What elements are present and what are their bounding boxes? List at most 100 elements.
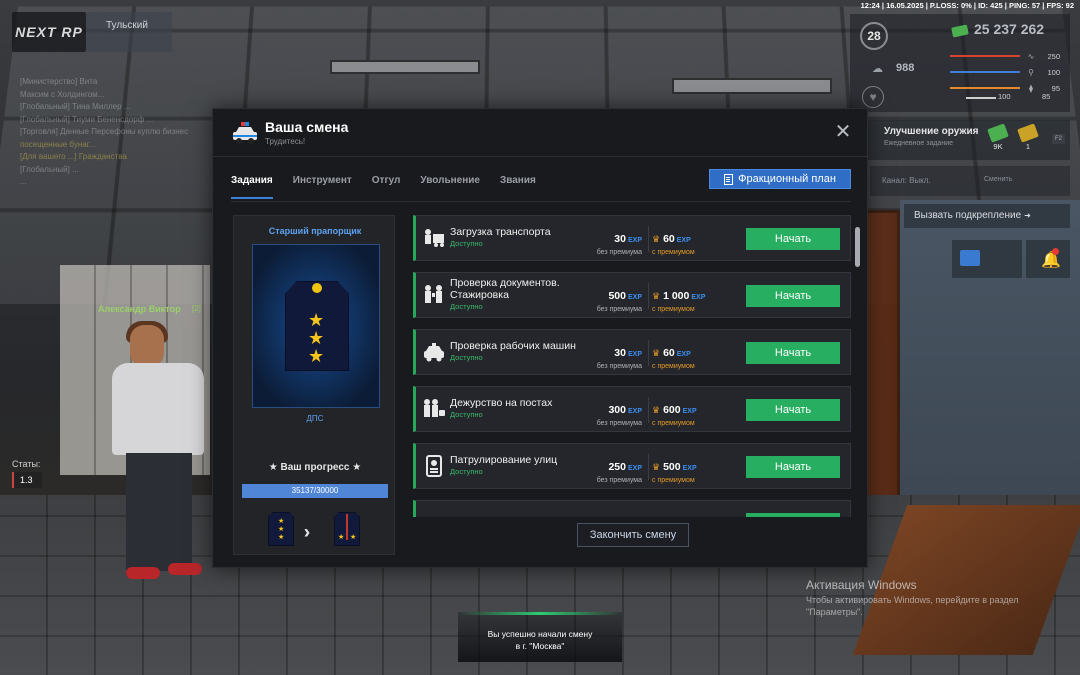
status-bar: 12:24 | 16.05.2025 | P.LOSS: 0% | ID: 42…: [861, 1, 1074, 10]
post-duty-icon: [422, 397, 446, 421]
start-task-button[interactable]: Начать: [746, 456, 840, 478]
stripe: [346, 514, 348, 540]
premium-reward-value: 60: [663, 233, 675, 245]
epaulette-button: [312, 283, 322, 293]
modal-subtitle: Трудитесь!: [265, 137, 305, 146]
close-icon[interactable]: ✕: [833, 123, 853, 143]
armor-value: 100: [998, 92, 1011, 101]
premium-reward: ♛ 60 EXP с премиумом: [652, 343, 695, 370]
city-name: Тульский: [106, 20, 172, 31]
exp-tag: EXP: [628, 237, 642, 244]
premium-reward-caption: с премиумом: [652, 420, 697, 427]
premium-reward: ♛ 1 000 EXP с премиумом: [652, 286, 705, 313]
task-status: Доступно: [450, 302, 483, 311]
call-backup-label: Вызвать подкрепление: [914, 210, 1021, 221]
tab-divider: [231, 201, 851, 202]
base-reward: 500 EXP без премиума: [586, 286, 642, 313]
reward-divider: [648, 397, 649, 423]
health-bar: [950, 55, 1020, 57]
hotkey-badge: F2: [1052, 134, 1065, 144]
chat-line: [Глобальный] Тиуми Бененсдорф ...: [20, 114, 220, 127]
heart-icon: ♥: [862, 86, 884, 108]
exp-tag: EXP: [677, 237, 691, 244]
start-task-button[interactable]: Начать: [746, 399, 840, 421]
chat-line: [Глобальный] Тина Миллер ...: [20, 101, 220, 114]
toast-line-2: в г. "Москва": [458, 640, 622, 652]
base-reward: 30 EXP без премиума: [586, 343, 642, 370]
task-list-scrollbar[interactable]: [855, 227, 860, 267]
chat-line: ...: [20, 176, 220, 189]
chat-log: [Министерство] Вита Максим с Холдингом...…: [20, 76, 220, 189]
end-shift-button[interactable]: Закончить смену: [577, 523, 689, 547]
crown-icon: ♛: [652, 348, 660, 358]
base-reward-value: 30: [614, 347, 626, 359]
base-reward-value: 30: [614, 233, 626, 245]
reward-money-value: 9K: [986, 142, 1010, 151]
tab-0[interactable]: Задания: [231, 169, 273, 195]
tab-2[interactable]: Отгул: [372, 169, 401, 195]
task-status: Доступно: [450, 353, 483, 362]
rank-panel: Старший прапорщик ★ ★ ★ ДПС ★ Ваш прогре…: [233, 215, 395, 555]
star-icon: ★: [278, 518, 284, 525]
tab-1[interactable]: Инструмент: [293, 169, 352, 195]
star-icon: ★: [350, 534, 356, 541]
premium-reward-caption: с премиумом: [652, 363, 695, 370]
crown-icon: ♛: [652, 462, 660, 472]
modal-header: Ваша смена Трудитесь! ✕: [213, 109, 869, 157]
player-stats-panel: 28 25 237 262 ∿ 250 ⚲ 100 ⧫ 95 ☁ 988 ♥ 1…: [850, 14, 1070, 112]
start-task-button[interactable]: Начать: [746, 228, 840, 250]
premium-reward-caption: с премиумом: [652, 249, 695, 256]
reward-money: 9K: [986, 126, 1010, 151]
arrow-right-icon: ➜: [1024, 211, 1031, 220]
star-icon: ★: [308, 347, 324, 365]
daily-task-panel[interactable]: Улучшение оружия Ежедневное задание 9K 1…: [864, 120, 1070, 160]
chat-line: посещенные бунаг...: [20, 139, 220, 152]
stamina-bar: [950, 71, 1020, 73]
chat-line: [Торговля] Данные Персефоны куплю бизнес: [20, 126, 220, 139]
star-icon: ★: [278, 534, 284, 541]
stats-value: 1.3: [12, 472, 42, 488]
premium-reward-value: 600: [663, 404, 681, 416]
vital-bars: ∿ 250 ⚲ 100 ⧫ 95: [950, 48, 1062, 96]
tab-3[interactable]: Увольнение: [420, 169, 480, 195]
task-list: Загрузка транспорта Доступно 30 EXP без прем…: [413, 215, 851, 517]
faction-plan-button[interactable]: Фракционный план: [709, 169, 851, 189]
progress-label: ★ Ваш прогресс ★: [234, 462, 396, 473]
calendar-icon: [960, 250, 980, 266]
radio-channel-panel[interactable]: Канал: Выкл. Сменить: [870, 166, 1070, 196]
reward-divider: [648, 340, 649, 366]
start-task-button[interactable]: Начать: [746, 342, 840, 364]
city-panel: Тульский: [86, 12, 172, 52]
task-row: Патрулирование улиц Доступно 250 EXP без пре…: [413, 443, 851, 489]
task-name: Проверка документов. Стажировка: [450, 277, 570, 301]
base-reward: 30 EXP без премиума: [586, 229, 642, 256]
star-icon: ★: [338, 534, 344, 541]
server-logo: NEXT RP: [12, 12, 86, 52]
tab-4[interactable]: Звания: [500, 169, 536, 195]
premium-reward: ♛ 600 EXP с премиумом: [652, 400, 697, 427]
crown-icon: ♛: [652, 234, 660, 244]
ceiling-light: [672, 78, 832, 94]
stamina-value: 100: [1040, 68, 1060, 77]
base-reward-value: 500: [608, 290, 626, 302]
start-task-button[interactable]: Начать: [746, 285, 840, 307]
premium-reward-caption: с премиумом: [652, 477, 697, 484]
calendar-button[interactable]: [952, 240, 1022, 278]
reward-item-value: 1: [1016, 142, 1040, 151]
chat-line: [Министерство] Вита: [20, 76, 220, 89]
ticket-icon: [1017, 123, 1039, 142]
exp-tag: EXP: [628, 294, 642, 301]
player-id-tag: [2]: [192, 304, 201, 313]
task-row: Проверка документов. Стажировка Доступно 5…: [413, 272, 851, 318]
start-task-button[interactable]: [746, 513, 840, 517]
task-status: Доступно: [450, 410, 483, 419]
toast-accent-line: [458, 612, 622, 615]
call-backup-button[interactable]: Вызвать подкрепление ➜: [904, 204, 1070, 228]
ceiling-light: [330, 60, 480, 74]
activation-title: Активация Windows: [806, 578, 1019, 592]
faction-plan-label: Фракционный план: [738, 173, 836, 185]
base-reward-caption: без премиума: [586, 363, 642, 370]
channel-switch: Сменить: [984, 176, 1012, 183]
health-value: 250: [1040, 52, 1060, 61]
notifications-button[interactable]: 🔔: [1026, 240, 1070, 278]
